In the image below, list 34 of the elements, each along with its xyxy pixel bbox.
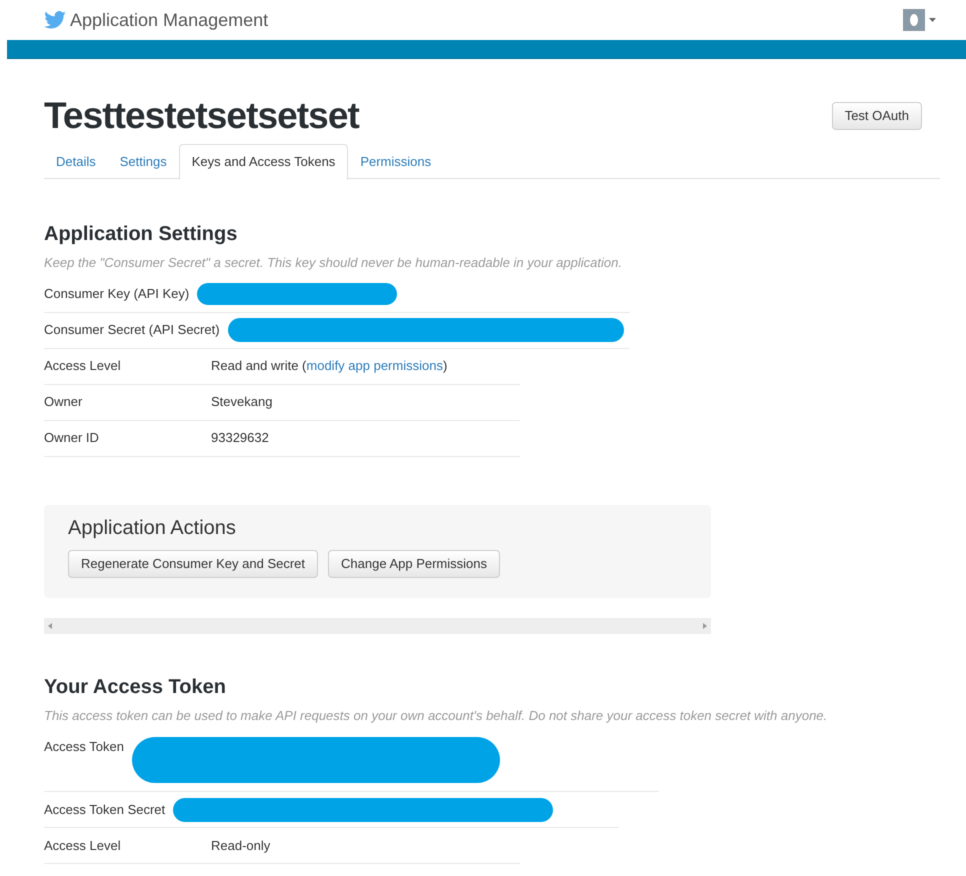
row-value: Read and write (modify app permissions) xyxy=(211,358,448,374)
bird-logo-icon xyxy=(44,11,66,29)
action-button[interactable]: Change App Permissions xyxy=(328,550,500,578)
row-label: Access Level xyxy=(44,357,122,376)
section-heading: Application Settings xyxy=(44,222,238,247)
app-name: Testtestetsetsetset xyxy=(44,97,359,134)
row-label: Owner xyxy=(44,393,84,412)
row-label: Consumer Secret (API Secret) xyxy=(44,321,220,340)
tab[interactable]: Details xyxy=(44,144,108,180)
horizontal-scrollbar[interactable] xyxy=(44,618,711,634)
header-title: Application Management xyxy=(70,8,268,32)
row-label: Access Token xyxy=(44,738,124,756)
section-note: This access token can be used to make API requests on your own account's behalf. Do not share your access token secret with anyone. xyxy=(44,706,828,725)
row-value: Read-only xyxy=(211,838,270,853)
row-label: Access Level xyxy=(44,836,122,855)
test-oauth-button[interactable]: Test OAuth xyxy=(832,102,922,130)
account-menu-button[interactable] xyxy=(903,9,936,31)
caret-icon xyxy=(929,18,936,22)
tab[interactable]: Settings xyxy=(108,144,179,180)
row-label: Owner ID xyxy=(44,429,100,448)
row-label: Access Token Secret xyxy=(44,800,166,819)
scroll-right-icon[interactable] xyxy=(703,622,707,628)
row-value: Stevekang xyxy=(211,394,272,410)
row-value: 93329632 xyxy=(211,430,269,446)
section-heading: Your Access Token xyxy=(44,674,227,700)
row-label: Consumer Key (API Key) xyxy=(44,285,190,304)
tab[interactable]: Permissions xyxy=(348,144,444,180)
panel-heading: Application Actions xyxy=(68,516,237,540)
avatar-icon xyxy=(903,9,925,31)
action-button[interactable]: Regenerate Consumer Key and Secret xyxy=(68,550,318,578)
modify-permissions-link[interactable]: modify app permissions xyxy=(306,358,443,374)
scroll-left-icon[interactable] xyxy=(48,622,52,628)
section-note: Keep the "Consumer Secret" a secret. This key should never be human-readable in your application. xyxy=(44,254,623,272)
tab[interactable]: Keys and Access Tokens xyxy=(178,144,348,180)
